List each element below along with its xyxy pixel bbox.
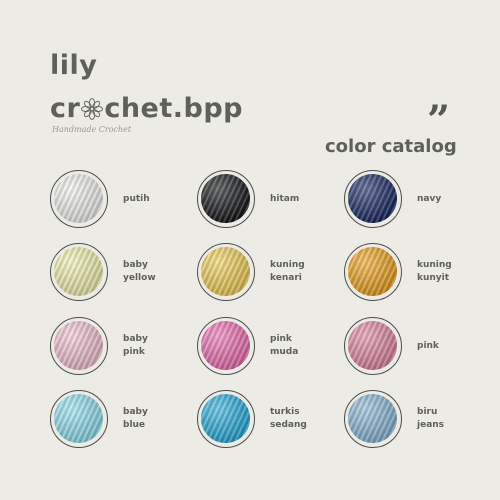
color-name-line-2: kunyit <box>417 273 450 283</box>
color-name-label: baby yellow <box>123 259 183 285</box>
yarn-swatch <box>50 170 108 228</box>
yarn-ball-image <box>348 394 397 443</box>
yarn-ball-image <box>348 247 397 296</box>
yarn-ball-image <box>201 174 250 223</box>
yarn-ball-image <box>348 321 397 370</box>
color-name-label: navy <box>417 193 477 206</box>
color-name-label: putih <box>123 193 183 206</box>
yarn-swatch <box>344 243 402 301</box>
yarn-ball-image <box>348 174 397 223</box>
color-name-line-2: sedang <box>270 420 307 430</box>
color-name-line-2: yellow <box>123 273 156 283</box>
yarn-swatch <box>344 170 402 228</box>
color-name-line-1: putih <box>123 194 150 204</box>
yarn-swatch <box>197 317 255 375</box>
yarn-ball-image <box>201 321 250 370</box>
yarn-ball-image <box>54 321 103 370</box>
yarn-ball-image <box>201 247 250 296</box>
yarn-ball-image <box>54 247 103 296</box>
quote-mark-icon: ” <box>427 97 451 144</box>
yarn-ball-image <box>54 174 103 223</box>
brand-name: cr chet.bpp <box>50 93 243 124</box>
yarn-swatch <box>344 317 402 375</box>
color-name-line-1: pink <box>417 341 439 351</box>
yarn-ball-image <box>201 394 250 443</box>
color-name-line-1: kuning <box>270 260 305 270</box>
yarn-swatch <box>50 317 108 375</box>
yarn-swatch <box>344 390 402 448</box>
brand-name-part-1: cr <box>50 93 81 124</box>
color-name-label: biru jeans <box>417 406 477 432</box>
color-name-line-1: turkis <box>270 407 300 417</box>
color-name-line-2: blue <box>123 420 146 430</box>
yarn-swatch <box>197 243 255 301</box>
color-name-line-1: kuning <box>417 260 452 270</box>
yarn-swatch <box>197 170 255 228</box>
color-name-line-1: navy <box>417 194 442 204</box>
color-name-label: kuning kunyit <box>417 259 477 285</box>
color-name-label: kuning kenari <box>270 259 330 285</box>
color-name-line-2: pink <box>123 347 145 357</box>
brand-tagline: Handmade Crochet <box>52 125 132 134</box>
color-name-line-1: pink <box>270 334 292 344</box>
color-name-label: turkis sedang <box>270 406 330 432</box>
brand-lily: lily <box>50 50 98 81</box>
color-name-line-1: baby <box>123 407 148 417</box>
color-name-line-1: hitam <box>270 194 300 204</box>
yarn-swatch <box>50 390 108 448</box>
color-name-line-2: kenari <box>270 273 302 283</box>
yarn-ball-image <box>54 394 103 443</box>
color-name-line-2: jeans <box>417 420 445 430</box>
color-name-label: baby blue <box>123 406 183 432</box>
brand-name-part-2: chet.bpp <box>104 93 244 124</box>
crochet-flower-icon <box>81 97 104 120</box>
catalog-title: color catalog <box>325 136 457 157</box>
yarn-swatch <box>197 390 255 448</box>
color-name-label: pink <box>417 340 477 353</box>
color-name-line-2: muda <box>270 347 299 357</box>
color-name-label: pink muda <box>270 333 330 359</box>
color-name-label: baby pink <box>123 333 183 359</box>
color-name-line-1: baby <box>123 260 148 270</box>
color-name-line-1: baby <box>123 334 148 344</box>
color-name-label: hitam <box>270 193 330 206</box>
yarn-swatch <box>50 243 108 301</box>
color-name-line-1: biru <box>417 407 438 417</box>
